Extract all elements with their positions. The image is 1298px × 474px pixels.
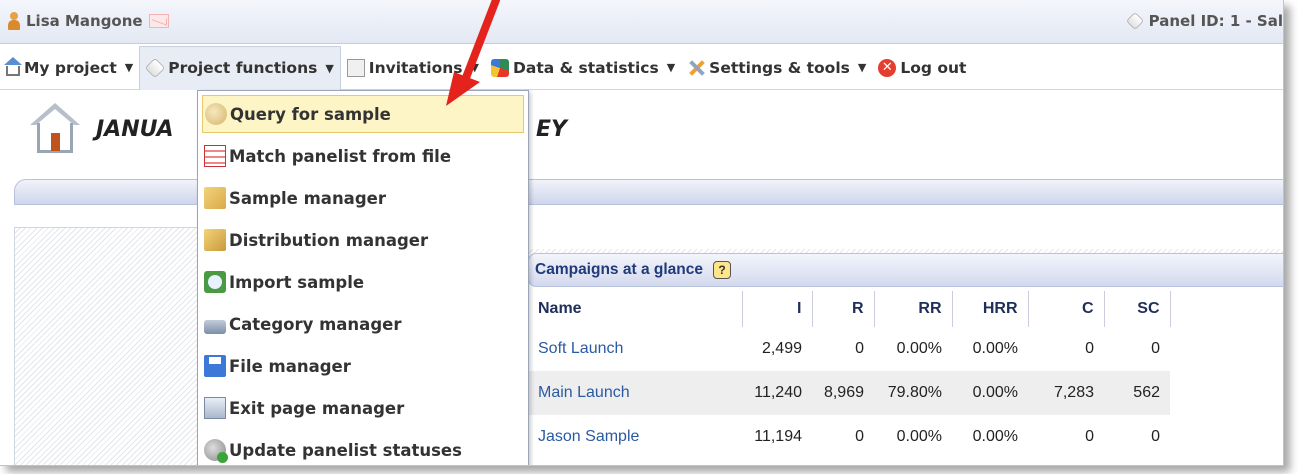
mail-icon[interactable] (148, 14, 169, 28)
cell-sc: 0 (1151, 428, 1160, 445)
menu-item-label: Query for sample (230, 104, 391, 124)
menu-item-label: Sample manager (229, 188, 386, 208)
chevron-down-icon: ▼ (325, 61, 334, 75)
menu-log-out[interactable]: ✕ Log out (872, 46, 972, 90)
left-panel (14, 227, 198, 465)
category-icon (204, 320, 226, 334)
campaign-name-link[interactable]: Soft Launch (528, 327, 742, 371)
home-icon (30, 103, 80, 155)
logout-icon: ✕ (878, 58, 897, 77)
tools-icon (687, 59, 705, 77)
menu-item-label: Import sample (229, 272, 365, 292)
chevron-down-icon: ▼ (857, 61, 867, 74)
project-functions-dropdown: Query for sample Match panelist from fil… (197, 90, 529, 465)
menu-item-label: Update panelist statuses (229, 440, 462, 460)
cell-rr: 79.80% (874, 371, 952, 415)
cell-rr: 0.00% (896, 340, 942, 357)
distribution-icon (204, 229, 226, 251)
cell-r: 0 (855, 428, 864, 445)
column-header[interactable]: R (812, 291, 875, 327)
cell-i: 11,240 (742, 371, 812, 415)
cell-hrr: 0.00% (972, 428, 1018, 445)
cell-i: 11,194 (754, 428, 802, 445)
menu-label: Data & statistics (513, 58, 659, 77)
campaigns-table: Name I R RR HRR C SC Soft Launch 2,499 0… (528, 291, 1171, 459)
menu-label: Settings & tools (709, 58, 850, 77)
user-info: Lisa Mangone (8, 12, 169, 30)
menu-item-update-panelist-statuses[interactable]: Update panelist statuses (202, 431, 524, 465)
invitations-icon (346, 58, 365, 77)
menu-item-match-panelist[interactable]: Match panelist from file (202, 137, 524, 175)
menu-my-project[interactable]: My project ▼ (0, 46, 139, 90)
menu-label: Project functions (168, 59, 318, 77)
cell-hrr: 0.00% (972, 340, 1018, 357)
column-header[interactable]: RR (874, 291, 953, 327)
panel-id: Panel ID: 1 - Sal (1125, 11, 1283, 31)
menu-data-statistics[interactable]: Data & statistics ▼ (485, 46, 681, 90)
import-icon (204, 271, 226, 293)
menu-item-label: File manager (229, 356, 351, 376)
menu-project-functions[interactable]: Project functions ▼ (139, 45, 341, 90)
table-row: Main Launch 11,240 8,969 79.80% 0.00% 7,… (528, 371, 1170, 415)
campaign-name-link[interactable]: Main Launch (528, 371, 742, 415)
cell-sc: 0 (1151, 340, 1160, 357)
sample-manager-icon (204, 187, 226, 209)
menu-item-label: Exit page manager (229, 398, 405, 418)
column-header[interactable]: Name (528, 291, 743, 327)
chevron-down-icon: ▼ (124, 61, 134, 74)
table-row: Soft Launch 2,499 0 0.00% 0.00% 0 0 (528, 327, 1170, 371)
cell-c: 0 (1085, 340, 1094, 357)
exit-page-icon (204, 397, 226, 419)
hexagon-icon (1125, 11, 1144, 31)
app-window: Lisa Mangone Panel ID: 1 - Sal My projec… (0, 0, 1284, 466)
page-content: JANUA EY Campaigns at a glance ? Name I … (0, 91, 1283, 465)
menu-label: Log out (900, 58, 967, 77)
campaign-name-link[interactable]: Jason Sample (528, 415, 742, 459)
user-icon (8, 12, 20, 30)
menu-item-sample-manager[interactable]: Sample manager (202, 179, 524, 217)
menu-item-label: Distribution manager (229, 230, 429, 250)
campaigns-title: Campaigns at a glance (535, 261, 703, 278)
cell-sc: 562 (1104, 371, 1170, 415)
home-icon (4, 56, 22, 76)
menu-item-distribution-manager[interactable]: Distribution manager (202, 221, 524, 259)
match-file-icon (204, 145, 226, 167)
hexagon-icon (145, 57, 166, 79)
chevron-down-icon: ▼ (666, 61, 676, 74)
menu-item-label: Match panelist from file (229, 146, 452, 166)
cell-rr: 0.00% (896, 428, 942, 445)
menu-item-category-manager[interactable]: Category manager (202, 305, 524, 343)
page-title: JANUA (96, 117, 174, 142)
main-menu: My project ▼ Project functions ▼ Invitat… (0, 45, 1283, 90)
table-header-row: Name I R RR HRR C SC (528, 291, 1171, 327)
table-row: Jason Sample 11,194 0 0.00% 0.00% 0 0 (528, 415, 1170, 459)
menu-item-import-sample[interactable]: Import sample (202, 263, 524, 301)
menu-label: My project (24, 58, 117, 77)
page-title-end: EY (536, 117, 567, 142)
cell-r: 0 (855, 340, 864, 357)
help-icon[interactable]: ? (712, 261, 731, 279)
column-header[interactable]: C (1028, 291, 1105, 327)
query-icon (205, 103, 227, 125)
menu-item-exit-page-manager[interactable]: Exit page manager (202, 389, 524, 427)
campaigns-header: Campaigns at a glance ? (528, 253, 1283, 287)
cell-c: 7,283 (1028, 371, 1104, 415)
cell-i: 2,499 (761, 340, 802, 357)
user-name[interactable]: Lisa Mangone (26, 12, 143, 30)
column-header[interactable]: HRR (952, 291, 1029, 327)
cell-c: 0 (1085, 428, 1094, 445)
file-manager-icon (204, 355, 226, 377)
annotation-arrow-icon (446, 0, 500, 106)
column-header[interactable]: SC (1104, 291, 1171, 327)
user-bar: Lisa Mangone Panel ID: 1 - Sal (0, 0, 1283, 44)
menu-item-label: Category manager (229, 314, 402, 334)
cell-r: 8,969 (812, 371, 874, 415)
menu-item-file-manager[interactable]: File manager (202, 347, 524, 385)
update-status-icon (204, 439, 228, 463)
cell-hrr: 0.00% (952, 371, 1028, 415)
column-header[interactable]: I (742, 291, 813, 327)
panel-id-label: Panel ID: 1 - Sal (1148, 12, 1283, 30)
menu-settings-tools[interactable]: Settings & tools ▼ (681, 46, 872, 90)
